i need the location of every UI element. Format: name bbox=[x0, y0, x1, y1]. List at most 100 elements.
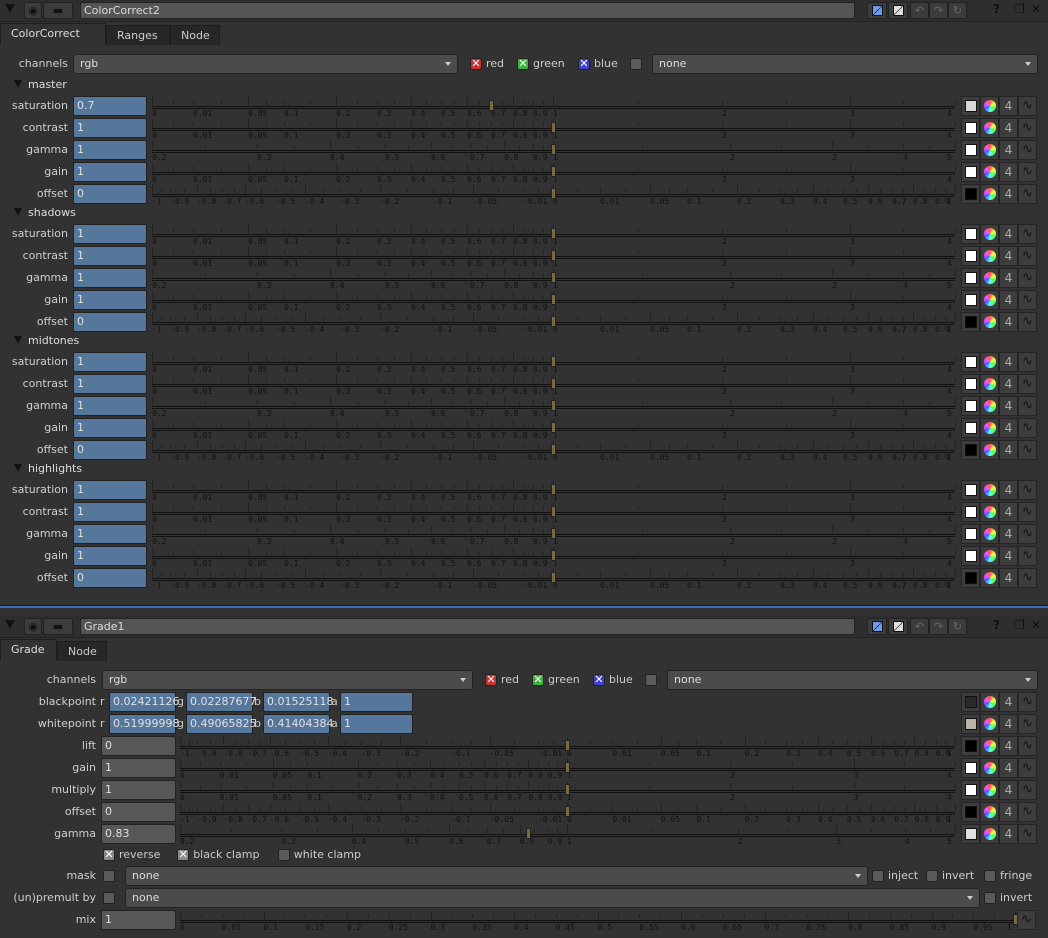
color-swatch-button[interactable] bbox=[961, 140, 980, 160]
color-swatch-button[interactable] bbox=[961, 418, 980, 438]
section-highlights[interactable]: highlights bbox=[14, 461, 82, 477]
redo-icon[interactable]: ↷ bbox=[929, 2, 948, 19]
animation-curve-button[interactable]: ∿ bbox=[1018, 418, 1037, 438]
help-icon[interactable]: ? bbox=[993, 2, 1000, 16]
slider-handle[interactable] bbox=[551, 356, 556, 367]
tab-colorcorrect[interactable]: ColorCorrect bbox=[0, 23, 106, 45]
color-wheel-button[interactable] bbox=[980, 546, 999, 566]
color-wheel-button[interactable] bbox=[980, 246, 999, 266]
animation-curve-button[interactable]: ∿ bbox=[1018, 184, 1037, 204]
node-color-icon[interactable]: ▬ bbox=[43, 618, 73, 635]
color-swatch-button[interactable] bbox=[961, 736, 980, 756]
color-swatch-button[interactable] bbox=[961, 568, 980, 588]
section-midtones[interactable]: midtones bbox=[14, 333, 79, 349]
color-wheel-button[interactable] bbox=[980, 418, 999, 438]
extra-channel-dropdown[interactable]: none bbox=[652, 54, 1038, 74]
contrast-input[interactable]: 1 bbox=[73, 374, 147, 394]
slider[interactable]: 0 0.01 0.05 0.1 0.2 0.3 0.4 0.5 0.6 0.7 0.8 0.9 1 2 3 4 bbox=[152, 480, 956, 502]
color-swatch-button[interactable] bbox=[961, 824, 980, 844]
animation-curve-button[interactable]: ∿ bbox=[1018, 352, 1037, 372]
gamma-input[interactable]: 0.83 bbox=[101, 824, 176, 844]
slider-handle[interactable] bbox=[551, 228, 556, 239]
slider-handle[interactable] bbox=[551, 550, 556, 561]
color-swatch-button[interactable] bbox=[961, 480, 980, 500]
knob-default-icon[interactable] bbox=[867, 2, 887, 19]
premult-invert-checkbox[interactable] bbox=[984, 892, 996, 904]
color-wheel-button[interactable] bbox=[980, 140, 999, 160]
color-swatch-button[interactable] bbox=[961, 546, 980, 566]
color-swatch-button[interactable] bbox=[961, 802, 980, 822]
channel-split-button[interactable]: 4 bbox=[999, 824, 1018, 844]
color-swatch-button[interactable] bbox=[961, 440, 980, 460]
close-icon[interactable]: ✕ bbox=[1031, 618, 1041, 632]
inject-checkbox[interactable] bbox=[872, 870, 884, 882]
slider[interactable]: -1 -0.9 -0.8 -0.7 -0.6 -0.5 -0.4 -0.3 -0.2 -0.1 -0… bbox=[152, 184, 956, 206]
channel-split-button[interactable]: 4 bbox=[999, 374, 1018, 394]
color-wheel-button[interactable] bbox=[980, 714, 999, 734]
slider-handle[interactable] bbox=[551, 250, 556, 261]
slider-handle[interactable] bbox=[551, 316, 556, 327]
channel-split-button[interactable]: 4 bbox=[999, 96, 1018, 116]
slider-handle[interactable] bbox=[551, 122, 556, 133]
slider[interactable]: 0 0.01 0.05 0.1 0.2 0.3 0.4 0.5 0.6 0.7 0.8 0.9 1 2 3 4 bbox=[152, 374, 956, 396]
color-wheel-button[interactable] bbox=[980, 480, 999, 500]
blackpoint-a-input[interactable]: 1 bbox=[340, 692, 413, 712]
extra-channel-dropdown[interactable]: none bbox=[667, 670, 1038, 690]
color-swatch-button[interactable] bbox=[961, 396, 980, 416]
slider-handle[interactable] bbox=[551, 188, 556, 199]
slider-handle[interactable] bbox=[565, 784, 571, 795]
color-swatch-button[interactable] bbox=[961, 374, 980, 394]
animation-curve-button[interactable]: ∿ bbox=[1018, 246, 1037, 266]
collapse-icon[interactable] bbox=[5, 4, 15, 13]
slider-handle[interactable] bbox=[551, 506, 556, 517]
slider[interactable]: 0.2 0.3 0.4 0.5 0.6 0.7 0.8 0.9 1 2 3 4 5 bbox=[152, 268, 956, 290]
section-shadows[interactable]: shadows bbox=[14, 205, 76, 221]
channel-split-button[interactable]: 4 bbox=[999, 546, 1018, 566]
color-wheel-button[interactable] bbox=[980, 312, 999, 332]
channels-dropdown[interactable]: rgb bbox=[102, 670, 473, 690]
alpha-channel-checkbox[interactable] bbox=[645, 674, 657, 686]
slider-handle[interactable] bbox=[526, 828, 532, 839]
slider[interactable]: 0 0.01 0.05 0.1 0.2 0.3 0.4 0.5 0.6 0.7 0.8 0.9 1 2 3 4 bbox=[152, 546, 956, 568]
channel-split-button[interactable]: 4 bbox=[999, 396, 1018, 416]
slider[interactable]: 0.2 0.3 0.4 0.5 0.6 0.7 0.8 0.9 1 2 3 4 5 bbox=[152, 524, 956, 546]
tab-node[interactable]: Node bbox=[170, 25, 220, 45]
knob-reset-icon[interactable] bbox=[888, 2, 908, 19]
animation-curve-button[interactable]: ∿ bbox=[1018, 374, 1037, 394]
slider[interactable]: -1 -0.9 -0.8 -0.7 -0.6 -0.5 -0.4 -0.3 -0.2 -0.1 -0… bbox=[152, 568, 956, 590]
color-swatch-button[interactable] bbox=[961, 780, 980, 800]
whitepoint-r-input[interactable]: 0.51999998 bbox=[109, 714, 179, 734]
slider[interactable]: -1 -0.9 -0.8 -0.7 -0.6 -0.5 -0.4 -0.3 -0.2 -0.1 -0… bbox=[152, 312, 956, 334]
animation-curve-button[interactable]: ∿ bbox=[1018, 546, 1037, 566]
viewer-toggle-icon[interactable]: ◉ bbox=[24, 618, 42, 635]
fringe-checkbox[interactable] bbox=[984, 870, 996, 882]
contrast-input[interactable]: 1 bbox=[73, 502, 147, 522]
whitepoint-b-input[interactable]: 0.41404384 bbox=[263, 714, 333, 734]
color-swatch-button[interactable] bbox=[961, 246, 980, 266]
color-wheel-button[interactable] bbox=[980, 780, 999, 800]
channels-dropdown[interactable]: rgb bbox=[73, 54, 458, 74]
color-wheel-button[interactable] bbox=[980, 440, 999, 460]
channel-split-button[interactable]: 4 bbox=[999, 480, 1018, 500]
slider[interactable]: -1 -0.9 -0.8 -0.7 -0.6 -0.5 -0.4 -0.3 -0.2 -0.1 -0… bbox=[180, 802, 956, 824]
slider-handle[interactable] bbox=[551, 572, 556, 583]
redo-icon[interactable]: ↷ bbox=[929, 618, 948, 635]
blue-channel-checkbox[interactable]: ✕ bbox=[578, 58, 590, 70]
saturation-input[interactable]: 1 bbox=[73, 480, 147, 500]
color-swatch-button[interactable] bbox=[961, 714, 980, 734]
color-wheel-button[interactable] bbox=[980, 352, 999, 372]
knob-default-icon[interactable] bbox=[867, 618, 887, 635]
animation-curve-button[interactable]: ∿ bbox=[1018, 224, 1037, 244]
color-swatch-button[interactable] bbox=[961, 524, 980, 544]
channel-split-button[interactable]: 4 bbox=[999, 224, 1018, 244]
animation-curve-button[interactable]: ∿ bbox=[1018, 692, 1037, 712]
channel-split-button[interactable]: 4 bbox=[999, 780, 1018, 800]
channel-split-button[interactable]: 4 bbox=[999, 184, 1018, 204]
color-swatch-button[interactable] bbox=[961, 224, 980, 244]
slider[interactable]: 0 0.01 0.05 0.1 0.2 0.3 0.4 0.5 0.6 0.7 0.8 0.9 1 2 3 4 bbox=[152, 290, 956, 312]
slider-handle[interactable] bbox=[551, 144, 556, 155]
channel-split-button[interactable]: 4 bbox=[999, 524, 1018, 544]
slider-handle[interactable] bbox=[551, 444, 556, 455]
animation-curve-button[interactable]: ∿ bbox=[1018, 802, 1037, 822]
slider[interactable]: 0 0.01 0.05 0.1 0.2 0.3 0.4 0.5 0.6 0.7 0.8 0.9 1 2 3 4 bbox=[152, 352, 956, 374]
